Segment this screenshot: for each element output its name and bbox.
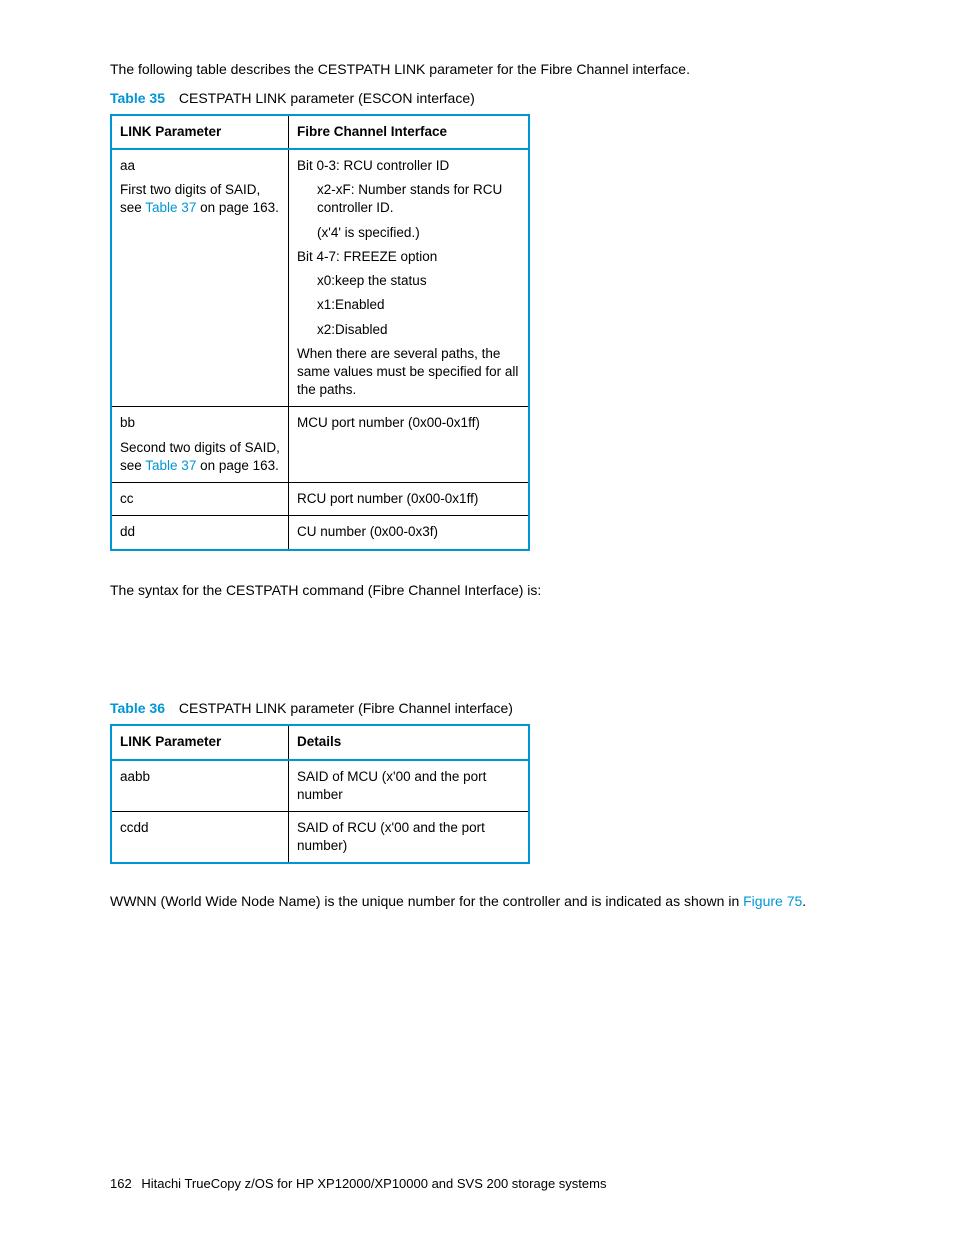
text: on page 163. — [196, 200, 279, 215]
text: Bit 0-3: RCU controller ID — [297, 157, 520, 175]
table35-head-col1: LINK Parameter — [111, 115, 289, 149]
cell-dd-left: dd — [111, 516, 289, 550]
table35-head-col2: Fibre Channel Interface — [289, 115, 530, 149]
link-table37[interactable]: Table 37 — [145, 200, 196, 215]
cell-aa-desc: First two digits of SAID, see Table 37 o… — [120, 181, 280, 217]
table36-label: Table 36 — [110, 700, 165, 716]
table-row: cc RCU port number (0x00-0x1ff) — [111, 483, 529, 516]
table-row: ccdd SAID of RCU (x'00 and the port numb… — [111, 811, 529, 863]
intro-paragraph: The following table describes the CESTPA… — [110, 60, 844, 79]
link-table37[interactable]: Table 37 — [145, 458, 196, 473]
table-row: aabb SAID of MCU (x'00 and the port numb… — [111, 760, 529, 812]
page-footer: 162 Hitachi TrueCopy z/OS for HP XP12000… — [110, 1176, 606, 1191]
cell-bb-right: MCU port number (0x00-0x1ff) — [289, 407, 530, 483]
table36-head-col2: Details — [289, 725, 530, 759]
cell-bb-desc: Second two digits of SAID, see Table 37 … — [120, 439, 280, 475]
end-paragraph: WWNN (World Wide Node Name) is the uniqu… — [110, 892, 844, 911]
text: Bit 4-7: FREEZE option — [297, 248, 520, 266]
text: x2:Disabled — [317, 321, 520, 339]
document-page: The following table describes the CESTPA… — [0, 0, 954, 1235]
cell-bb-left: bb Second two digits of SAID, see Table … — [111, 407, 289, 483]
text: (x'4' is specified.) — [317, 224, 520, 242]
table-row: bb Second two digits of SAID, see Table … — [111, 407, 529, 483]
cell: SAID of RCU (x'00 and the port number) — [289, 811, 530, 863]
table-row: dd CU number (0x00-0x3f) — [111, 516, 529, 550]
page-number: 162 — [110, 1176, 132, 1191]
cell-aa-right: Bit 0-3: RCU controller ID x2-xF: Number… — [289, 149, 530, 407]
table36: LINK Parameter Details aabb SAID of MCU … — [110, 724, 530, 864]
text: on page 163. — [196, 458, 279, 473]
text: . — [802, 893, 806, 909]
table36-caption-text: CESTPATH LINK parameter (Fibre Channel i… — [179, 700, 513, 716]
table35-caption: Table 35 CESTPATH LINK parameter (ESCON … — [110, 89, 844, 108]
cell-cc-left: cc — [111, 483, 289, 516]
cell: ccdd — [111, 811, 289, 863]
cell: SAID of MCU (x'00 and the port number — [289, 760, 530, 812]
table36-caption: Table 36 CESTPATH LINK parameter (Fibre … — [110, 699, 844, 718]
footer-text: Hitachi TrueCopy z/OS for HP XP12000/XP1… — [141, 1176, 606, 1191]
cell-cc-right: RCU port number (0x00-0x1ff) — [289, 483, 530, 516]
table35-label: Table 35 — [110, 90, 165, 106]
table36-head-col1: LINK Parameter — [111, 725, 289, 759]
text: WWNN (World Wide Node Name) is the uniqu… — [110, 893, 743, 909]
cell-aa-left: aa First two digits of SAID, see Table 3… — [111, 149, 289, 407]
text: x0:keep the status — [317, 272, 520, 290]
table-row: aa First two digits of SAID, see Table 3… — [111, 149, 529, 407]
table35-caption-text: CESTPATH LINK parameter (ESCON interface… — [179, 90, 475, 106]
link-figure75[interactable]: Figure 75 — [743, 893, 802, 909]
text: When there are several paths, the same v… — [297, 345, 520, 400]
mid-paragraph: The syntax for the CESTPATH command (Fib… — [110, 581, 844, 600]
text: x2-xF: Number stands for RCU controller … — [317, 181, 520, 217]
cell: aabb — [111, 760, 289, 812]
cell-bb-code: bb — [120, 414, 280, 432]
cell-dd-right: CU number (0x00-0x3f) — [289, 516, 530, 550]
cell-aa-code: aa — [120, 157, 280, 175]
text: x1:Enabled — [317, 296, 520, 314]
table35: LINK Parameter Fibre Channel Interface a… — [110, 114, 530, 551]
